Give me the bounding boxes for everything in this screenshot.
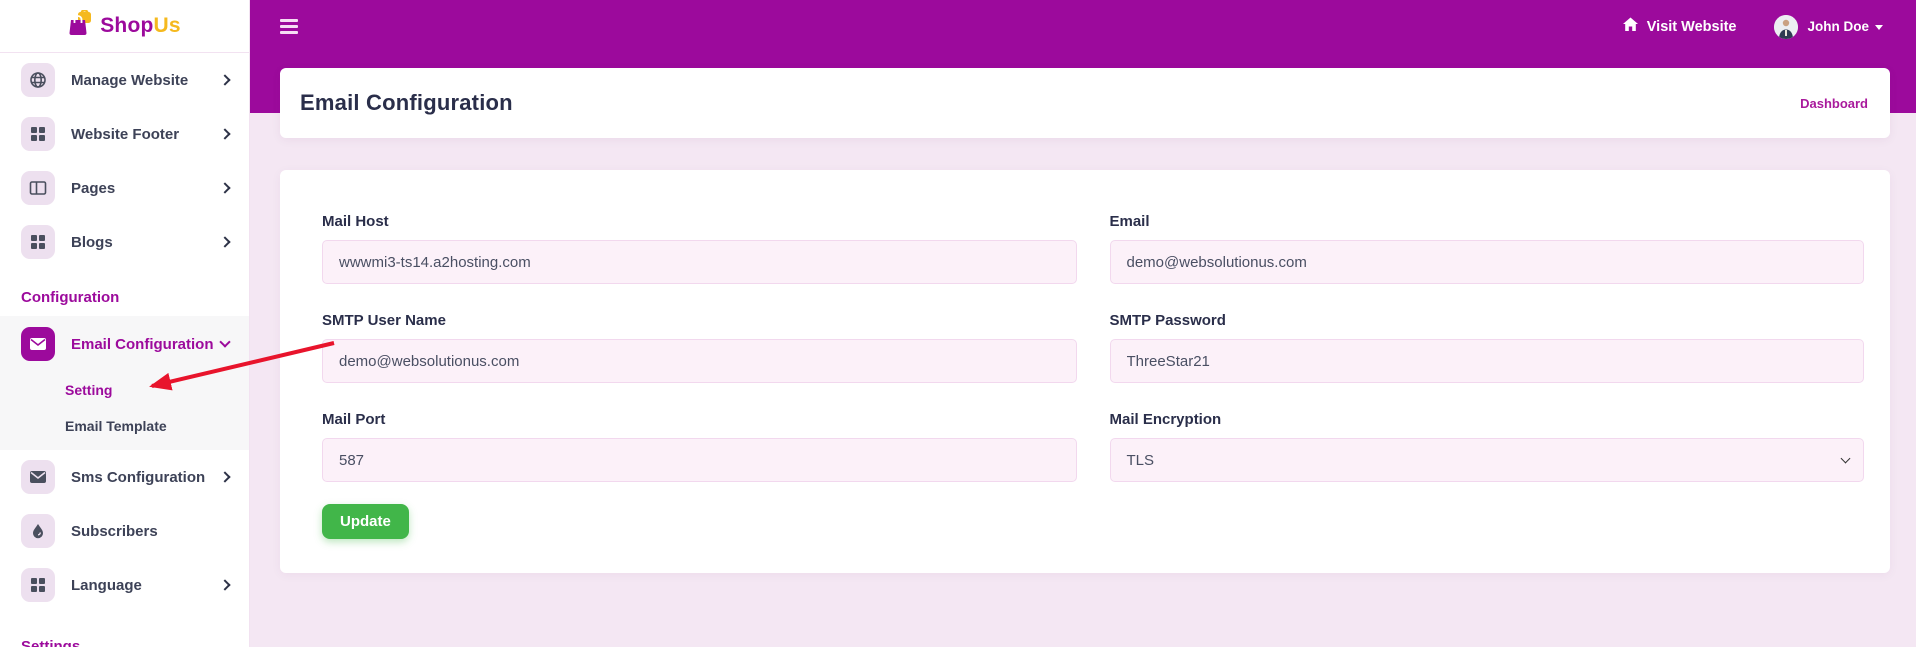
chevron-right-icon bbox=[219, 471, 231, 483]
sidebar-item-label: Sms Configuration bbox=[71, 468, 206, 486]
sidebar-section-settings: Settings bbox=[21, 638, 81, 647]
email-configuration-group: Email Configuration Setting Email Templa… bbox=[0, 316, 249, 450]
main-area: Visit Website John Doe Email Configurati… bbox=[250, 0, 1916, 647]
visit-website-label: Visit Website bbox=[1646, 18, 1737, 35]
smtp-password-input[interactable] bbox=[1109, 339, 1864, 383]
mail-encryption-label: Mail Encryption bbox=[1109, 411, 1222, 428]
mail-encryption-select[interactable]: TLS bbox=[1109, 438, 1864, 482]
chevron-right-icon bbox=[219, 128, 231, 140]
columns-icon bbox=[21, 171, 55, 205]
caret-down-icon bbox=[1875, 25, 1883, 30]
user-name: John Doe bbox=[1807, 19, 1869, 34]
mail-port-input[interactable] bbox=[322, 438, 1077, 482]
update-button[interactable]: Update bbox=[322, 504, 409, 539]
field-email: Email bbox=[1109, 213, 1864, 284]
field-mail-encryption: Mail Encryption TLS bbox=[1109, 411, 1864, 482]
sidebar-item-language[interactable]: Language bbox=[0, 558, 249, 612]
avatar bbox=[1774, 14, 1799, 39]
envelope-icon bbox=[21, 327, 55, 361]
select-caret-icon bbox=[1840, 453, 1851, 464]
sidebar: ShopUs Manage Website Website Footer Pag… bbox=[0, 0, 250, 647]
grid-icon bbox=[21, 225, 55, 259]
sidebar-item-label: Manage Website bbox=[71, 71, 189, 89]
grid-icon bbox=[21, 117, 55, 151]
sidebar-section-configuration: Configuration bbox=[21, 289, 120, 306]
field-smtp-password: SMTP Password bbox=[1109, 312, 1864, 383]
email-input[interactable] bbox=[1109, 240, 1864, 284]
sub-link-label: Email Template bbox=[65, 418, 167, 434]
page-title: Email Configuration bbox=[300, 90, 513, 115]
sidebar-subitem-setting[interactable]: Setting bbox=[0, 372, 249, 408]
sub-link-label: Setting bbox=[65, 382, 113, 398]
chevron-right-icon bbox=[219, 74, 231, 86]
sidebar-item-sms-configuration[interactable]: Sms Configuration bbox=[0, 450, 249, 504]
chevron-right-icon bbox=[219, 182, 231, 194]
brand-name: ShopUs bbox=[100, 14, 181, 37]
email-label: Email bbox=[1109, 213, 1150, 230]
sidebar-item-label: Pages bbox=[71, 179, 116, 197]
field-smtp-user-name: SMTP User Name bbox=[322, 312, 1077, 383]
user-menu[interactable]: John Doe bbox=[1774, 14, 1883, 39]
app-root: ShopUs Manage Website Website Footer Pag… bbox=[0, 0, 1916, 647]
chevron-right-icon bbox=[219, 579, 231, 591]
email-config-form: Mail Host Email SMTP User Name SMTP Pass… bbox=[280, 170, 1890, 573]
sidebar-item-label: Language bbox=[71, 576, 142, 594]
smtp-user-name-label: SMTP User Name bbox=[322, 312, 446, 329]
sidebar-item-manage-website[interactable]: Manage Website bbox=[0, 53, 249, 107]
mail-host-label: Mail Host bbox=[322, 213, 389, 230]
chevron-right-icon bbox=[219, 236, 231, 248]
breadcrumb-dashboard-link[interactable]: Dashboard bbox=[1800, 96, 1868, 111]
sidebar-item-pages[interactable]: Pages bbox=[0, 161, 249, 215]
grid-icon bbox=[21, 568, 55, 602]
sidebar-item-label: Website Footer bbox=[71, 125, 180, 143]
smtp-user-name-input[interactable] bbox=[322, 339, 1077, 383]
chevron-down-icon bbox=[219, 336, 231, 348]
sidebar-item-label: Email Configuration bbox=[71, 335, 214, 353]
envelope-icon bbox=[21, 460, 55, 494]
sidebar-item-label: Subscribers bbox=[71, 522, 158, 540]
droplet-icon bbox=[21, 514, 55, 548]
home-icon bbox=[1622, 17, 1639, 36]
sidebar-item-email-configuration[interactable]: Email Configuration bbox=[0, 316, 249, 372]
brand-logo[interactable]: ShopUs bbox=[0, 0, 249, 53]
globe-icon bbox=[21, 63, 55, 97]
sidebar-item-blogs[interactable]: Blogs bbox=[0, 215, 249, 269]
mail-host-input[interactable] bbox=[322, 240, 1077, 284]
field-mail-host: Mail Host bbox=[322, 213, 1077, 284]
visit-website-link[interactable]: Visit Website bbox=[1622, 17, 1737, 36]
shopping-bag-lock-icon bbox=[68, 9, 94, 42]
sidebar-item-website-footer[interactable]: Website Footer bbox=[0, 107, 249, 161]
sidebar-toggle-button[interactable] bbox=[280, 19, 298, 34]
sidebar-item-subscribers[interactable]: Subscribers bbox=[0, 504, 249, 558]
field-mail-port: Mail Port bbox=[322, 411, 1077, 482]
sidebar-item-label: Blogs bbox=[71, 233, 113, 251]
page-header: Email Configuration Dashboard bbox=[280, 68, 1890, 138]
mail-port-label: Mail Port bbox=[322, 411, 386, 428]
sidebar-subitem-email-template[interactable]: Email Template bbox=[0, 408, 249, 444]
mail-encryption-value: TLS bbox=[1126, 451, 1155, 469]
smtp-password-label: SMTP Password bbox=[1109, 312, 1226, 329]
